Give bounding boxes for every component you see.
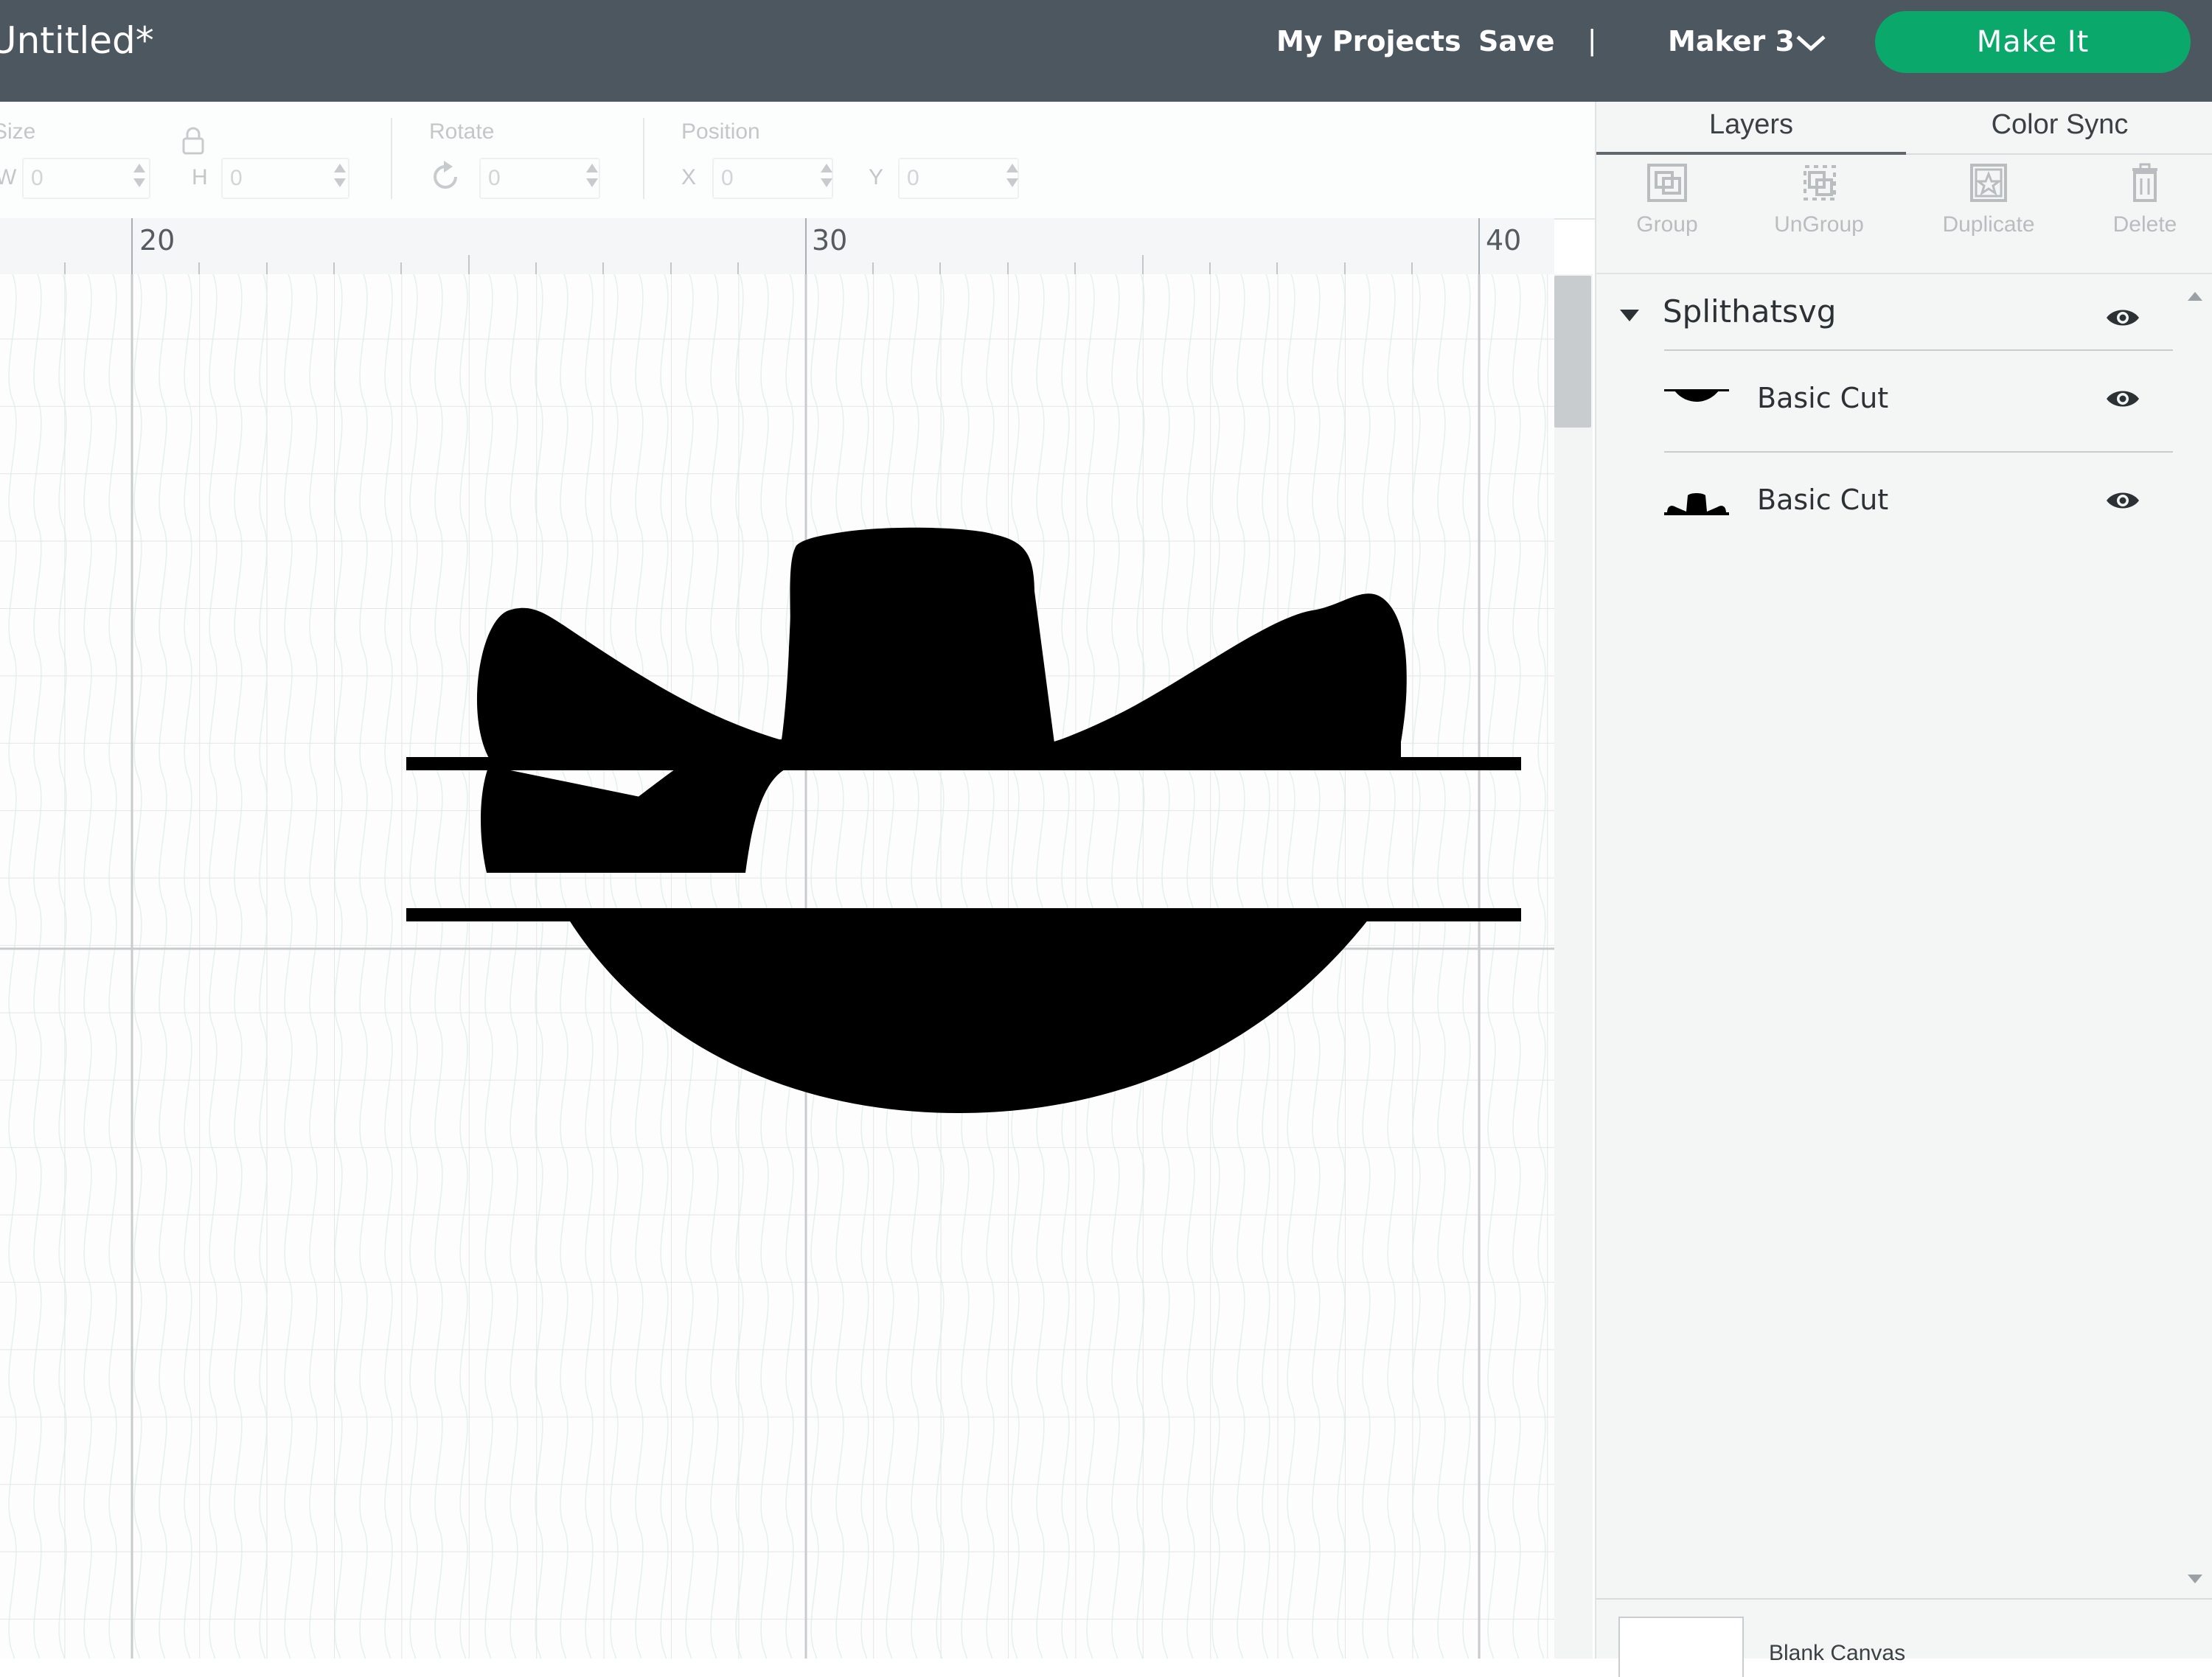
- y-label: Y: [869, 165, 884, 189]
- hat-top-thumbnail: [1664, 493, 1729, 515]
- group-icon: [1647, 164, 1687, 202]
- rotate-input[interactable]: 0: [479, 158, 600, 199]
- rotate-stepper-icon[interactable]: [584, 161, 600, 190]
- group-label: Group: [1636, 212, 1698, 237]
- y-position-input[interactable]: 0: [898, 158, 1019, 199]
- layer-name: Basic Cut: [1757, 484, 1889, 516]
- hat-bottom-shape: [566, 916, 1371, 1113]
- blank-canvas-label: Blank Canvas: [1769, 1641, 1906, 1665]
- horizontal-ruler: 20 30 40: [0, 218, 1554, 276]
- scrollbar-thumb[interactable]: [1554, 276, 1591, 428]
- ruler-label: 30: [812, 224, 848, 257]
- size-label: Size: [0, 119, 36, 144]
- make-it-button[interactable]: Make It: [1875, 11, 2191, 73]
- panel-separator: [1596, 273, 2212, 274]
- chevron-down-icon[interactable]: [1795, 31, 1827, 53]
- ruler-label: 40: [1486, 224, 1522, 257]
- row-divider: [1664, 349, 2173, 351]
- hat-brim-left: [476, 607, 782, 761]
- height-stepper-icon[interactable]: [332, 161, 348, 190]
- group-name: Splithatsvg: [1663, 293, 1837, 330]
- duplicate-icon: [1970, 164, 2007, 202]
- width-label: W: [0, 165, 17, 189]
- machine-selector[interactable]: Maker 3: [1668, 22, 1795, 60]
- eye-icon[interactable]: [2105, 388, 2140, 410]
- delete-button[interactable]: Delete: [2086, 161, 2204, 237]
- x-stepper-icon[interactable]: [818, 161, 835, 190]
- layer-row[interactable]: Basic Cut: [1596, 358, 2212, 447]
- lock-icon[interactable]: [180, 125, 206, 156]
- edit-toolbar: Size W 0 H 0 Rotate 0 Position X 0 Y 0: [0, 102, 1595, 220]
- document-title[interactable]: Untitled*: [0, 16, 154, 65]
- design-canvas[interactable]: [0, 274, 1554, 1659]
- ungroup-icon: [1804, 165, 1836, 201]
- ruler-ticks: [64, 218, 1480, 274]
- toolbar-separator: [391, 118, 392, 199]
- y-stepper-icon[interactable]: [1004, 161, 1020, 190]
- rotate-label: Rotate: [429, 119, 495, 144]
- row-divider: [1664, 451, 2173, 453]
- trash-icon: [2132, 163, 2157, 202]
- blank-canvas-swatch[interactable]: [1618, 1617, 1744, 1677]
- tab-divider: [1906, 153, 2212, 155]
- ungroup-label: UnGroup: [1774, 212, 1864, 237]
- hat-brim-right: [1051, 607, 1407, 761]
- x-position-input[interactable]: 0: [712, 158, 833, 199]
- toolbar-separator: [643, 118, 644, 199]
- eye-icon[interactable]: [2105, 307, 2140, 329]
- save-button[interactable]: Save: [1478, 22, 1555, 60]
- my-projects-link[interactable]: My Projects: [1276, 22, 1461, 60]
- caret-down-icon[interactable]: [1618, 307, 1641, 324]
- delete-label: Delete: [2112, 212, 2177, 237]
- scroll-up-icon[interactable]: [2186, 290, 2204, 302]
- position-label: Position: [681, 119, 760, 144]
- duplicate-label: Duplicate: [1942, 212, 2035, 237]
- eye-icon[interactable]: [2105, 489, 2140, 512]
- tab-color-sync[interactable]: Color Sync: [1906, 102, 2212, 155]
- layer-name: Basic Cut: [1757, 382, 1889, 414]
- width-stepper-icon[interactable]: [131, 161, 147, 190]
- rotate-icon[interactable]: [428, 159, 463, 195]
- scroll-down-icon[interactable]: [2186, 1573, 2204, 1585]
- canvas-vertical-scrollbar[interactable]: [1554, 274, 1593, 1659]
- layer-group-row[interactable]: Splithatsvg: [1596, 279, 2212, 360]
- hat-bottom-thumbnail: [1664, 389, 1729, 402]
- x-label: X: [681, 165, 697, 189]
- header-divider: |: [1588, 24, 1596, 57]
- height-input[interactable]: 0: [221, 158, 349, 199]
- group-button[interactable]: Group: [1608, 161, 1726, 237]
- panel-bottom-divider: [1596, 1598, 2212, 1600]
- hat-crown: [782, 527, 1054, 743]
- ungroup-button[interactable]: UnGroup: [1760, 161, 1878, 237]
- layer-row[interactable]: Basic Cut: [1596, 460, 2212, 548]
- top-split-bar: [406, 757, 1521, 770]
- split-hat-design[interactable]: [0, 274, 1554, 1659]
- layers-panel: Layers Color Sync Group UnGroup Duplicat…: [1595, 102, 2212, 1677]
- height-label: H: [192, 165, 208, 189]
- active-tab-indicator: [1596, 152, 1906, 155]
- duplicate-button[interactable]: Duplicate: [1930, 161, 2048, 237]
- tab-layers[interactable]: Layers: [1596, 102, 1906, 155]
- ruler-label: 20: [139, 224, 175, 257]
- top-header: Untitled* My Projects Save | Maker 3 Mak…: [0, 0, 2212, 102]
